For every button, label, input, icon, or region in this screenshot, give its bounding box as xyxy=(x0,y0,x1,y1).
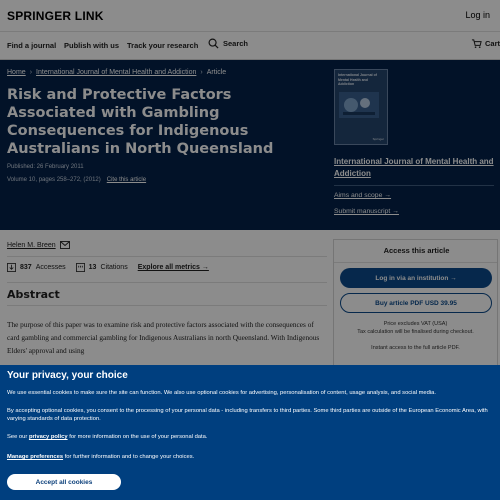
cookie-banner: Your privacy, your choice We use essenti… xyxy=(0,365,500,500)
cookie-heading: Your privacy, your choice xyxy=(7,370,128,381)
privacy-text-before: See our xyxy=(7,434,28,440)
cookie-text-consent: By accepting optional cookies, you conse… xyxy=(7,408,488,422)
cookie-text-privacy: See our privacy policy for more informat… xyxy=(7,434,497,440)
privacy-text-after: for more information on the use of your … xyxy=(69,434,208,440)
preferences-text-after: for further information and to change yo… xyxy=(64,454,195,460)
cookie-text-essential: We use essential cookies to make sure th… xyxy=(7,390,436,396)
accept-all-cookies-button[interactable]: Accept all cookies xyxy=(7,474,121,490)
manage-preferences-link[interactable]: Manage preferences xyxy=(7,454,63,460)
privacy-policy-link[interactable]: privacy policy xyxy=(29,434,68,440)
cookie-text-preferences: Manage preferences for further informati… xyxy=(7,454,497,460)
